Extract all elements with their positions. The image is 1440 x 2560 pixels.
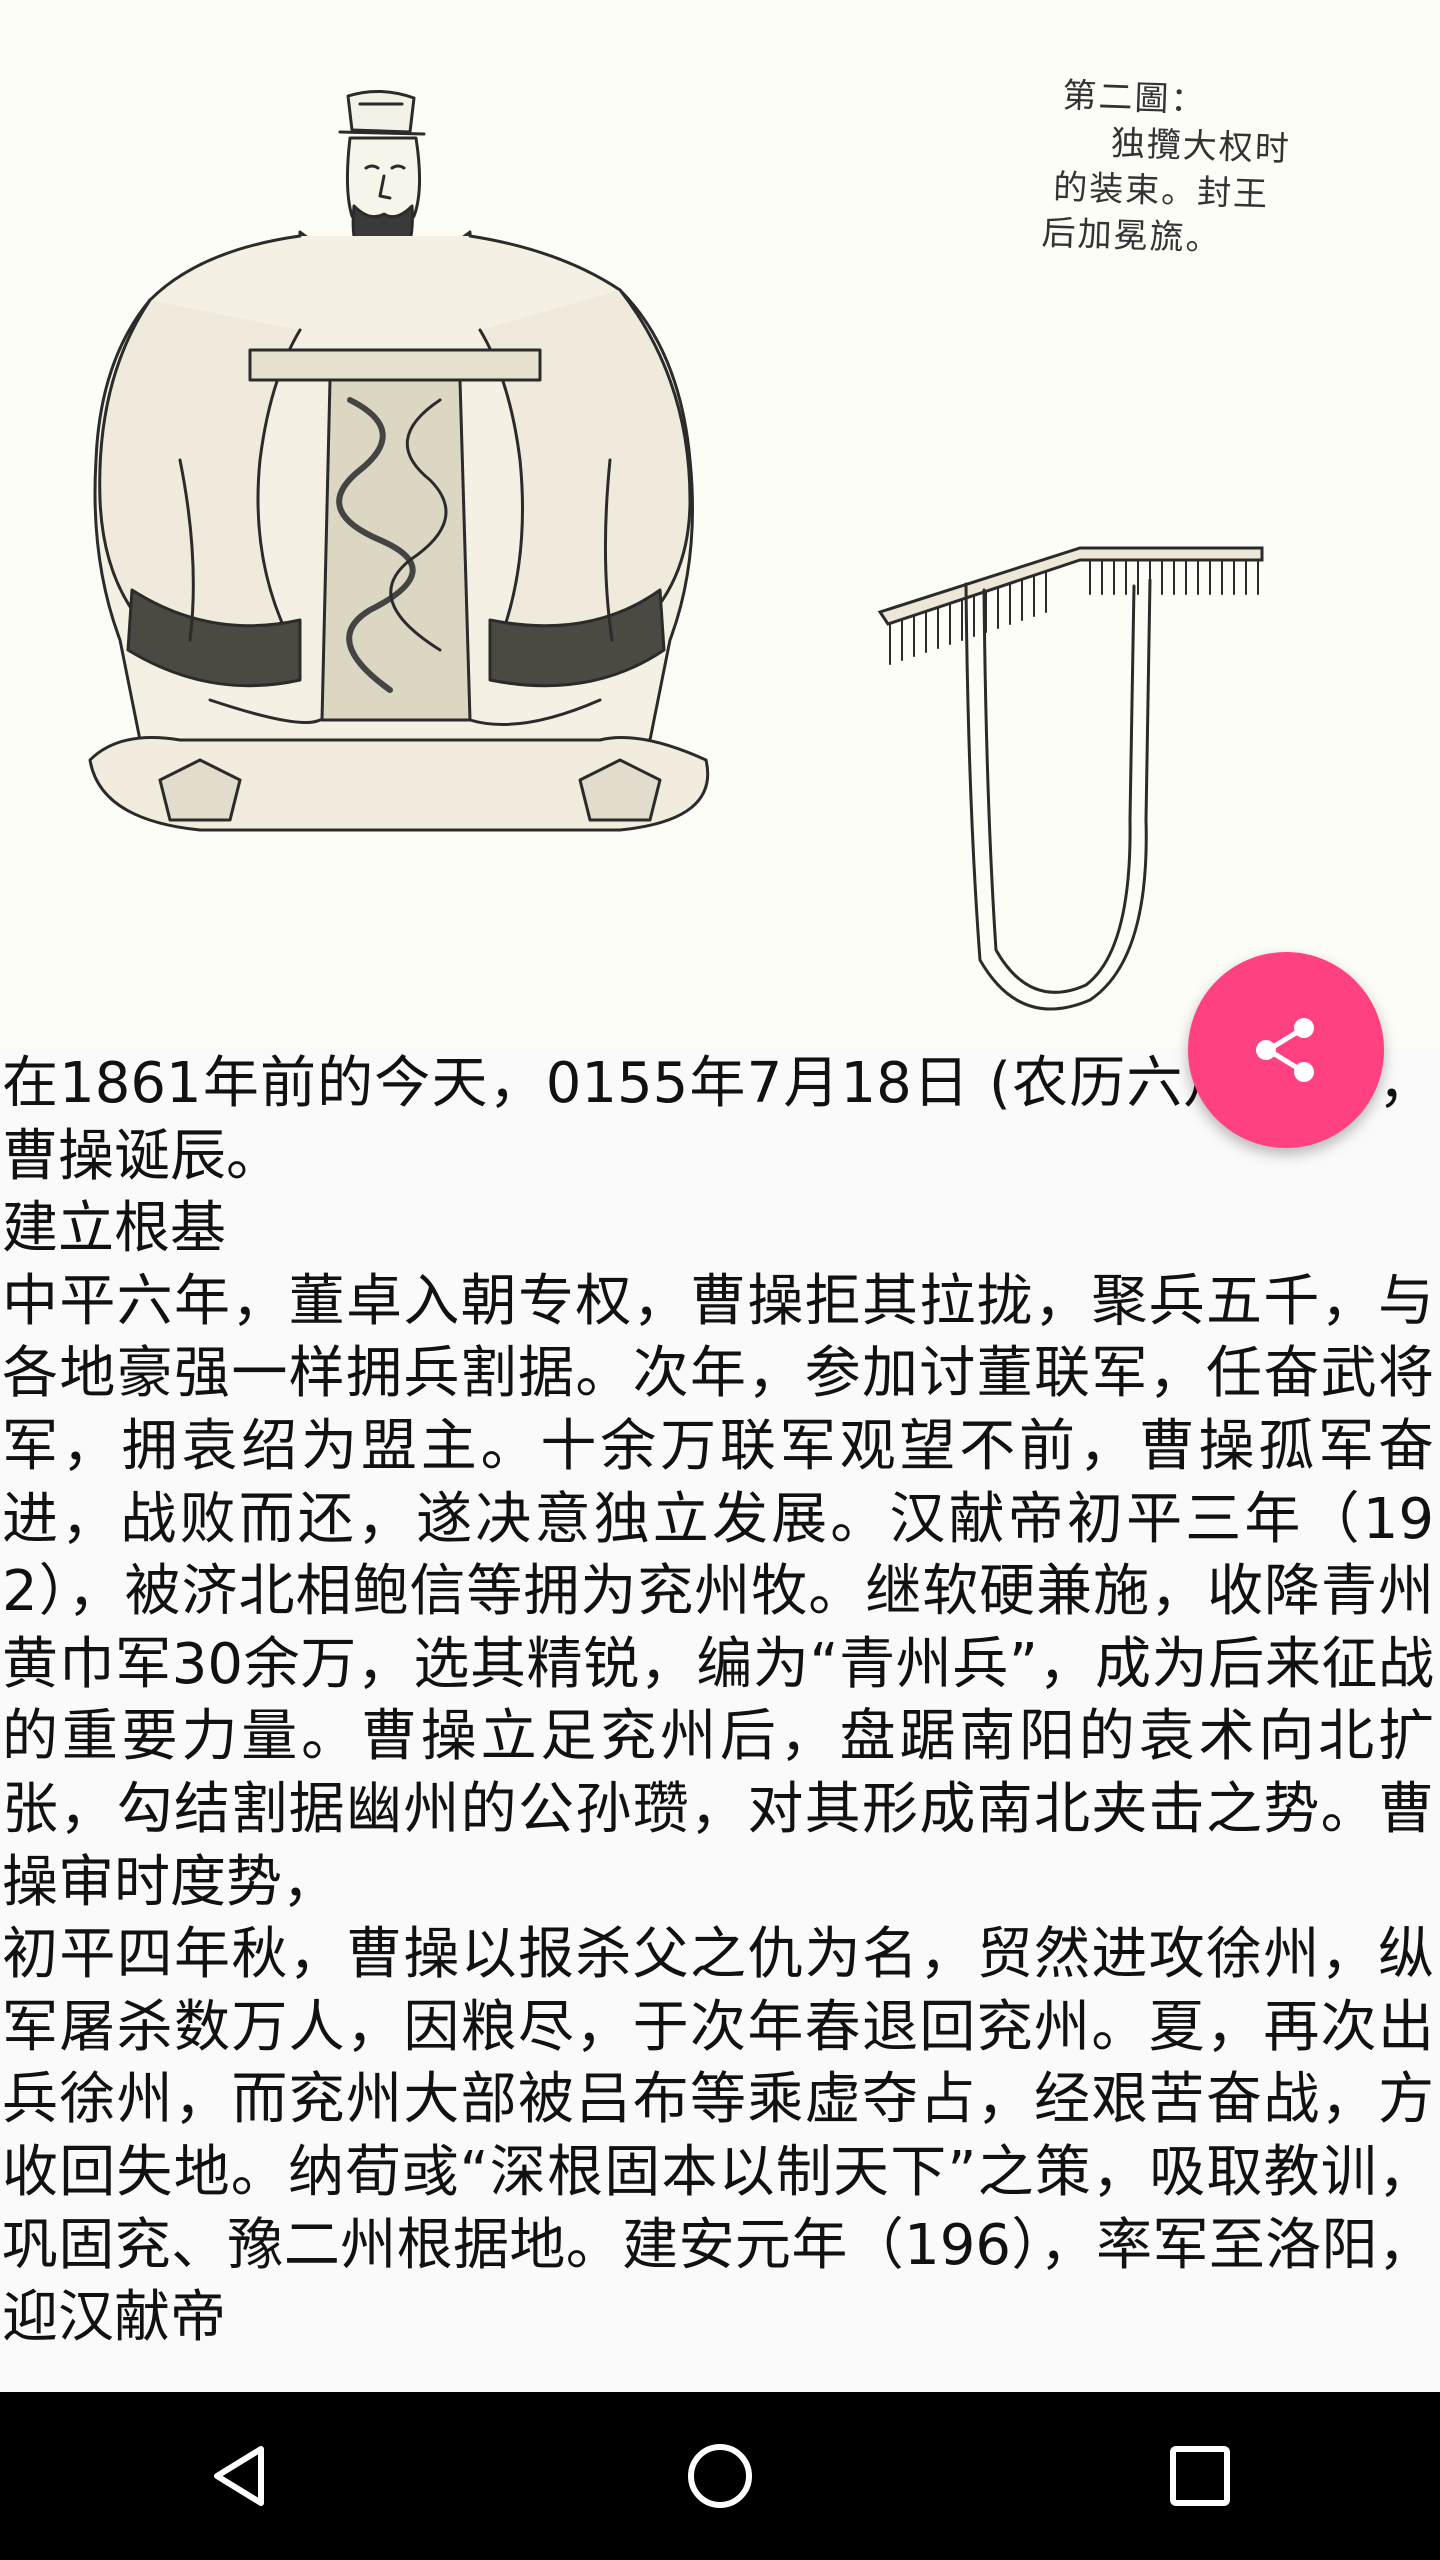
article-hero-image: 第二圖： 独攬大权时 的装束。封王 后加冕旒。: [0, 0, 1440, 1048]
article-paragraph: 中平六年，董卓入朝专权，曹操拒其拉拢，聚兵五千，与各地豪强一样拥兵割据。次年，参…: [2, 1268, 1434, 1915]
back-icon: [214, 2446, 264, 2506]
back-button[interactable]: [156, 2392, 324, 2560]
illustration-caption: 第二圖： 独攬大权时 的装束。封王 后加冕旒。: [1037, 72, 1383, 268]
share-icon: [1256, 1018, 1314, 1082]
system-navigation-bar: [0, 2392, 1440, 2560]
share-button[interactable]: [1188, 952, 1384, 1148]
recents-icon: [1170, 2446, 1230, 2506]
section-heading: 建立根基: [2, 1196, 226, 1262]
home-icon: [688, 2444, 752, 2508]
article-body[interactable]: 在1861年前的今天，0155年7月18日 (农历六月十二)，曹操诞辰。 建立根…: [0, 1048, 1440, 2392]
recents-button[interactable]: [1116, 2392, 1284, 2560]
home-button[interactable]: [636, 2392, 804, 2560]
article-paragraph: 初平四年秋，曹操以报杀父之仇为名，贸然进攻徐州，纵军屠杀数万人，因粮尽，于次年春…: [2, 1922, 1434, 2351]
